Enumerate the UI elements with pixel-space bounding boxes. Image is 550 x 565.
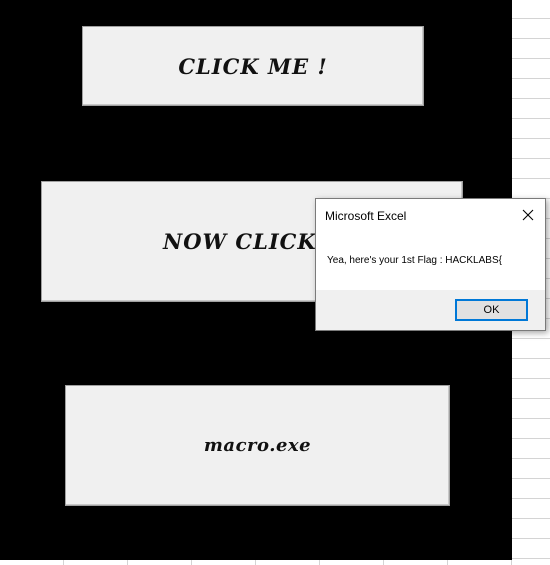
click-me-button[interactable]: CLICK ME ! <box>82 26 424 106</box>
close-button[interactable] <box>517 204 539 226</box>
ok-button[interactable]: OK <box>455 299 528 321</box>
close-icon <box>522 209 534 221</box>
sheet-grid-bottom[interactable] <box>0 560 550 565</box>
message-box-dialog: Microsoft Excel Yea, here's your 1st Fla… <box>315 198 546 331</box>
excel-worksheet: CLICK ME ! NOW CLICK ME ! macro.exe Micr… <box>0 0 550 565</box>
macro-exe-button[interactable]: macro.exe <box>65 385 450 506</box>
dialog-message: Yea, here's your 1st Flag : HACKLABS{ <box>327 255 502 266</box>
macro-exe-label: macro.exe <box>203 435 312 456</box>
dialog-title: Microsoft Excel <box>325 209 407 223</box>
click-me-label: CLICK ME ! <box>178 53 328 79</box>
